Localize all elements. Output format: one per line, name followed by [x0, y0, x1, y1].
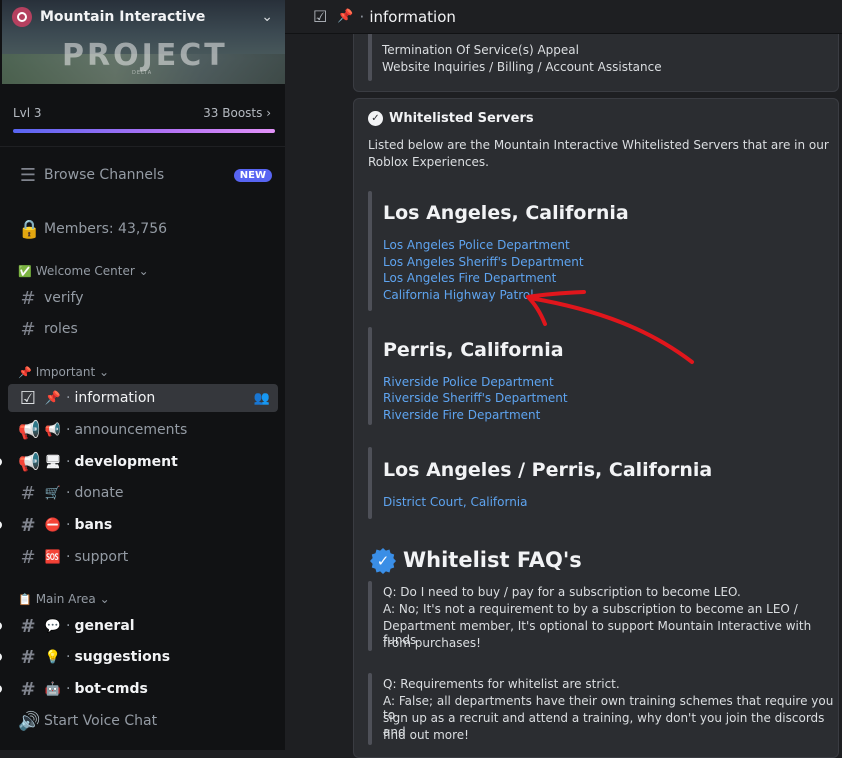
category-important[interactable]: 📌 Important ⌄ [18, 365, 109, 379]
intro-line: Roblox Experiences. [368, 155, 489, 169]
hashtag-icon: # [20, 546, 36, 568]
browse-channels[interactable]: ☰ Browse Channels NEW [8, 161, 278, 189]
boost-level: Lvl 3 [13, 106, 42, 120]
hashtag-icon: # [20, 318, 36, 340]
server-header[interactable]: Mountain Interactive ⌄ [0, 0, 285, 34]
boost-bar [13, 129, 275, 133]
divider [0, 146, 285, 147]
unread-indicator [0, 622, 2, 630]
chevron-down-icon[interactable]: ⌄ [261, 9, 273, 25]
unread-indicator [0, 458, 2, 466]
faq-line: Q: Requirements for whitelist are strict… [383, 677, 620, 691]
intro-line: Listed below are the Mountain Interactiv… [368, 138, 829, 152]
check-circle-icon: ✓ [368, 111, 383, 126]
channel-general[interactable]: # 💬 · general [0, 612, 278, 640]
channel-support[interactable]: # 🆘 · support [8, 543, 278, 571]
faq-line: find out more! [383, 728, 469, 742]
check-box-icon: ✅ [18, 264, 32, 278]
members-count[interactable]: 🔒 Members: 43,756 [8, 215, 278, 243]
channel-title: information [369, 7, 456, 26]
boost-progress[interactable]: Lvl 3 33 Boosts › [13, 106, 271, 120]
department-link[interactable]: District Court, California [383, 495, 528, 509]
department-link[interactable]: Los Angeles Sheriff's Department [383, 255, 584, 269]
faq-line: A: No; It's not a requirement to by a su… [383, 602, 798, 616]
banner-subtitle: DELTA [132, 70, 153, 76]
department-link[interactable]: Riverside Fire Department [383, 408, 540, 422]
browse-channels-icon: ☰ [19, 164, 37, 186]
unread-indicator [0, 653, 2, 661]
department-link[interactable]: Riverside Police Department [383, 375, 554, 389]
channel-header: ☑ 📌 · information [285, 0, 842, 34]
channel-bot-cmds[interactable]: # 🤖 · bot-cmds [0, 675, 278, 703]
rules-channel-icon: ☑ [19, 387, 37, 409]
channel-verify[interactable]: # verify [8, 284, 278, 312]
megaphone-icon: 📢 [18, 419, 41, 441]
channel-bans[interactable]: # ⛔ · bans [0, 511, 278, 539]
server-icon [12, 7, 32, 27]
computer-icon: 🖥 [44, 454, 62, 470]
department-link[interactable]: Riverside Sheriff's Department [383, 391, 568, 405]
sos-icon: 🆘 [44, 549, 62, 565]
channel-information[interactable]: ☑ 📌 · information 👥 [8, 384, 278, 412]
start-voice-chat[interactable]: 🔊 Start Voice Chat [8, 707, 278, 735]
no-entry-icon: ⛔ [44, 517, 62, 533]
group-title: Los Angeles, California [383, 202, 629, 224]
lightbulb-icon: 💡 [44, 649, 62, 665]
whitelist-heading: ✓ Whitelisted Servers [368, 111, 534, 126]
megaphone-icon: 📢 [18, 451, 41, 473]
faq-line: Q: Do I need to buy / pay for a subscrip… [383, 585, 741, 599]
pin-icon: 📌 [18, 365, 32, 379]
group-title: Perris, California [383, 339, 564, 361]
message-card: ✓ Whitelisted Servers Listed below are t… [353, 98, 839, 758]
thread-hashtag-icon: # [20, 615, 36, 637]
server-name: Mountain Interactive [40, 9, 206, 25]
banner-title: PROJECT [62, 38, 228, 73]
loudspeaker-icon: 📢 [44, 422, 62, 438]
pin-icon: 📌 [44, 390, 62, 406]
rules-channel-icon: ☑ [313, 7, 328, 26]
channel-sidebar: PROJECT DELTA Mountain Interactive ⌄ Lvl… [0, 0, 285, 750]
voice-chat-icon: 🔊 [18, 710, 41, 732]
new-badge: NEW [233, 168, 272, 182]
thread-hashtag-icon: # [20, 678, 36, 700]
category-main[interactable]: 📋 Main Area ⌄ [18, 592, 110, 606]
boost-count: 33 Boosts › [203, 106, 271, 120]
department-link[interactable]: Los Angeles Fire Department [383, 271, 556, 285]
robot-icon: 🤖 [44, 681, 62, 697]
department-link[interactable]: Los Angeles Police Department [383, 238, 570, 252]
clipboard-icon: 📋 [18, 592, 32, 606]
hashtag-icon: # [20, 482, 36, 504]
browse-channels-label: Browse Channels [44, 167, 165, 183]
lock-icon: 🔒 [18, 218, 41, 240]
channel-suggestions[interactable]: # 💡 · suggestions [0, 643, 278, 671]
category-welcome[interactable]: ✅ Welcome Center ⌄ [18, 264, 149, 278]
message-line: Website Inquiries / Billing / Account As… [382, 60, 662, 74]
faq-line: from purchases! [383, 636, 481, 650]
add-member-icon[interactable]: 👥 [254, 391, 270, 406]
faq-title: Whitelist FAQ's [403, 548, 582, 572]
group-title: Los Angeles / Perris, California [383, 459, 713, 481]
hashtag-icon: # [20, 514, 36, 536]
pin-icon: 📌 [337, 9, 354, 24]
verified-badge-icon: ✓ [370, 548, 396, 574]
hashtag-icon: # [20, 287, 36, 309]
channel-development[interactable]: 📢 🖥 · development [0, 448, 278, 476]
thread-hashtag-icon: # [20, 646, 36, 668]
channel-announcements[interactable]: 📢 📢 · announcements [8, 416, 278, 444]
channel-donate[interactable]: # 🛒 · donate [8, 479, 278, 507]
members-label: Members: 43,756 [44, 221, 168, 237]
unread-indicator [0, 521, 2, 529]
speech-bubble-icon: 💬 [44, 618, 62, 634]
channel-roles[interactable]: # roles [8, 315, 278, 343]
message-line: Termination Of Service(s) Appeal [382, 43, 579, 57]
department-link[interactable]: California Highway Patrol [383, 288, 534, 302]
cart-icon: 🛒 [44, 485, 62, 501]
unread-indicator [0, 685, 2, 693]
